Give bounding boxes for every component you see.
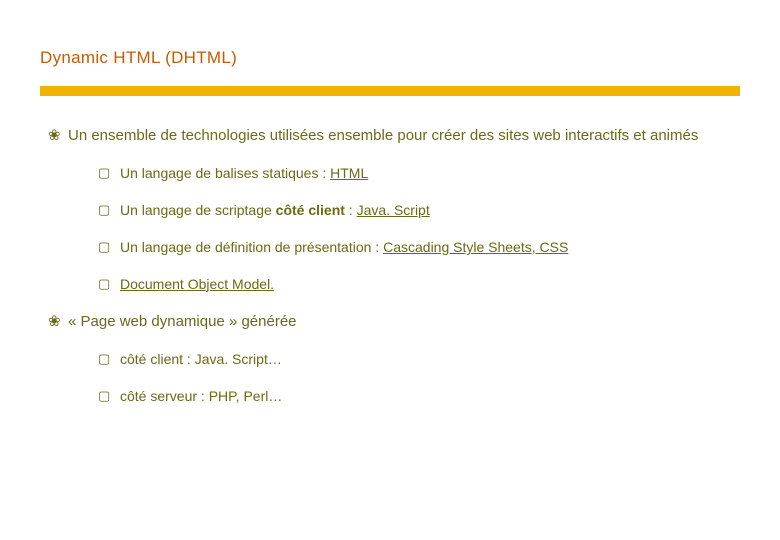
text-span: Un langage de scriptage (120, 202, 276, 218)
text-span: côté client : Java. Script… (120, 351, 282, 367)
square-icon: ▢ (98, 238, 120, 257)
flower-icon: ❀ (40, 126, 68, 146)
sub-bullet-item: ▢ Un langage de scriptage côté client : … (98, 201, 750, 220)
flower-icon: ❀ (40, 312, 68, 332)
bullet-item: ❀ Un ensemble de technologies utilisées … (40, 126, 750, 146)
text-span: Un langage de définition de présentation… (120, 239, 383, 255)
sub-bullet-text: Un langage de balises statiques : HTML (120, 164, 750, 183)
square-icon: ▢ (98, 387, 120, 406)
divider-bar (40, 86, 740, 96)
sub-bullet-text: Un langage de scriptage côté client : Ja… (120, 201, 750, 220)
slide-title: Dynamic HTML (DHTML) (40, 48, 780, 68)
square-icon: ▢ (98, 201, 120, 220)
sub-bullet-text: Document Object Model. (120, 275, 750, 294)
link-text: HTML (330, 165, 368, 181)
sub-bullet-item: ▢ Un langage de définition de présentati… (98, 238, 750, 257)
text-span: : (345, 202, 357, 218)
text-span: Un langage de balises statiques : (120, 165, 330, 181)
slide-body: ❀ Un ensemble de technologies utilisées … (0, 96, 780, 406)
sub-bullet-item: ▢ Document Object Model. (98, 275, 750, 294)
sub-bullet-item: ▢ côté client : Java. Script… (98, 350, 750, 369)
sub-bullet-item: ▢ Un langage de balises statiques : HTML (98, 164, 750, 183)
bullet-text: « Page web dynamique » générée (68, 312, 750, 332)
text-bold: côté client (276, 202, 345, 218)
square-icon: ▢ (98, 275, 120, 294)
square-icon: ▢ (98, 350, 120, 369)
sub-bullet-text: côté serveur : PHP, Perl… (120, 387, 750, 406)
bullet-text: Un ensemble de technologies utilisées en… (68, 126, 750, 146)
slide: Dynamic HTML (DHTML) ❀ Un ensemble de te… (0, 0, 780, 540)
text-span: côté serveur : PHP, Perl… (120, 388, 282, 404)
sublist: ▢ Un langage de balises statiques : HTML… (40, 164, 750, 294)
link-text: Java. Script (357, 202, 430, 218)
sub-bullet-item: ▢ côté serveur : PHP, Perl… (98, 387, 750, 406)
square-icon: ▢ (98, 164, 120, 183)
link-text: Document Object Model. (120, 276, 274, 292)
title-row: Dynamic HTML (DHTML) (0, 0, 780, 68)
bullet-item: ❀ « Page web dynamique » générée (40, 312, 750, 332)
sublist: ▢ côté client : Java. Script… ▢ côté ser… (40, 350, 750, 406)
sub-bullet-text: côté client : Java. Script… (120, 350, 750, 369)
link-text: Cascading Style Sheets, CSS (383, 239, 568, 255)
sub-bullet-text: Un langage de définition de présentation… (120, 238, 750, 257)
